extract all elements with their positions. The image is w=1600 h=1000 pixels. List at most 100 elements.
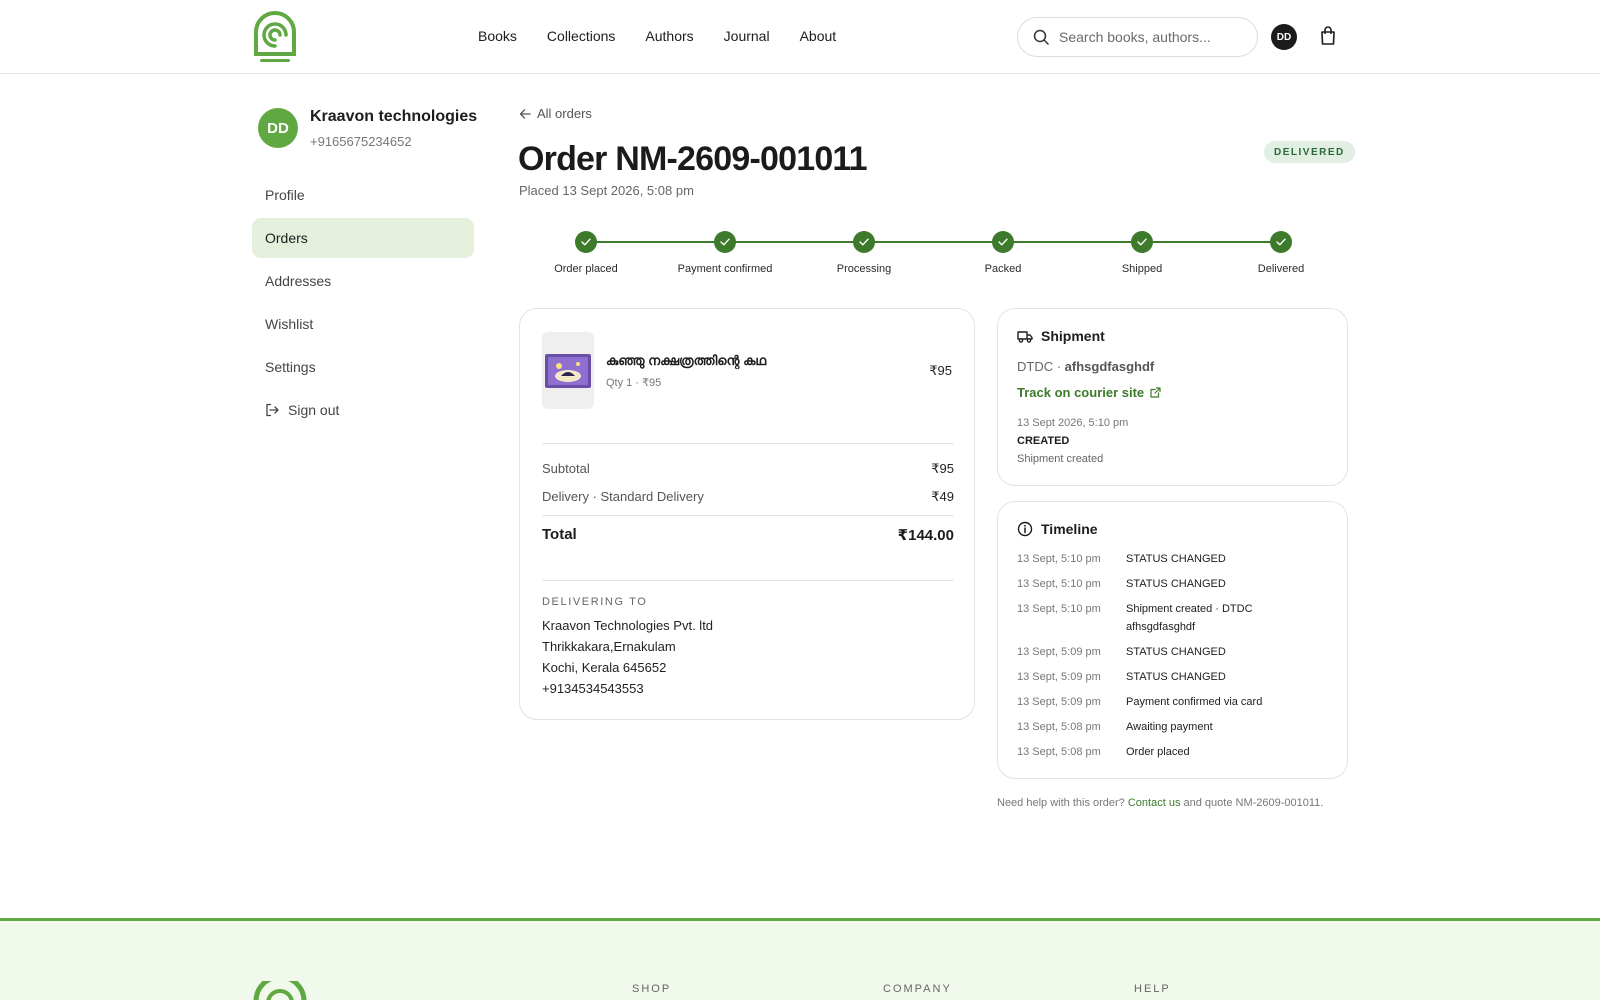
check-icon [1270,231,1292,253]
step-label: Payment confirmed [677,263,773,275]
timeline-time: 13 Sept, 5:08 pm [1017,721,1101,734]
timeline-heading: Timeline [1017,521,1098,537]
delivery-label: Delivery · Standard Delivery [542,489,704,504]
account-sidebar: Profile Orders Addresses Wishlist Settin… [252,175,474,433]
nav-authors[interactable]: Authors [645,28,693,44]
page-title: Order NM-2609-001011 [518,140,868,178]
timeline-event: Shipment created · DTDC afhsgdfasghdf [1126,603,1253,633]
total-row: Total ₹144.00 [542,526,954,544]
timeline-list: 13 Sept, 5:10 pm STATUS CHANGED 13 Sept, … [1017,551,1337,769]
address-line: Thrikkakara,Ernakulam [542,639,676,654]
shipment-heading: Shipment [1017,328,1105,344]
sign-out-icon [266,403,279,417]
account-avatar[interactable]: DD [1271,24,1297,50]
site-footer: SHOP COMPANY HELP [0,918,1600,1000]
footer-logo[interactable] [252,974,308,1000]
address-line: Kraavon Technologies Pvt. ltd [542,618,714,633]
timeline-event: STATUS CHANGED [1126,553,1226,565]
nav-collections[interactable]: Collections [547,28,615,44]
book-title[interactable]: കുഞ്ഞു നക്ഷത്രത്തിന്റെ കഥ [606,353,766,369]
help-prefix: Need help with this order? [997,797,1125,809]
timeline-event: STATUS CHANGED [1126,670,1226,683]
timeline-entry: 13 Sept, 5:10 pm STATUS CHANGED [1017,576,1337,594]
main-nav: Books Collections Authors Journal About [478,28,836,44]
address-line: Kochi, Kerala 645652 [542,660,667,675]
timeline-time: 13 Sept, 5:10 pm [1017,553,1101,565]
search-icon [1033,29,1049,45]
timeline-time: 13 Sept, 5:09 pm [1017,645,1101,658]
step-label: Processing [836,263,892,275]
nav-about[interactable]: About [800,28,837,44]
step-label: Shipped [1121,263,1163,275]
progress-step: Processing [794,231,934,275]
timeline-time: 13 Sept, 5:10 pm [1017,578,1101,591]
check-icon [853,231,875,253]
timeline-entry: 13 Sept, 5:08 pm Awaiting payment [1017,719,1337,737]
contact-us-link[interactable]: Contact us [1128,797,1181,809]
truck-icon [1017,330,1033,343]
shipment-card: Shipment DTDC · afhsgdfasghdf Track on c… [997,308,1348,486]
delivery-address: Kraavon Technologies Pvt. ltd Thrikkakar… [542,615,713,699]
shipment-event-time: 13 Sept 2026, 5:10 pm [1017,417,1129,429]
sign-out-label: Sign out [288,402,340,418]
check-icon [992,231,1014,253]
timeline-event: Payment confirmed via card [1126,695,1263,708]
timeline-time: 13 Sept, 5:08 pm [1017,746,1101,759]
back-to-orders-link[interactable]: All orders [519,106,592,121]
cart-icon[interactable] [1320,26,1336,51]
arrow-left-icon [519,108,531,119]
sidebar-item-addresses[interactable]: Addresses [252,261,474,301]
timeline-time: 13 Sept, 5:09 pm [1017,670,1101,683]
divider [542,580,954,581]
address-phone: +9134534543553 [542,681,644,696]
timeline-time: 13 Sept, 5:10 pm [1017,603,1101,616]
book-cover-image[interactable] [542,332,594,409]
timeline-event: STATUS CHANGED [1126,645,1226,658]
progress-step: Shipped [1072,231,1212,275]
track-label: Track on courier site [1017,385,1145,400]
timeline-entry: 13 Sept, 5:09 pm Payment confirmed via ca… [1017,694,1337,712]
timeline-entry: 13 Sept, 5:10 pm Shipment created · DTDC … [1017,601,1337,636]
brand-logo[interactable] [250,8,300,66]
divider [542,443,954,444]
timeline-event: STATUS CHANGED [1126,578,1226,591]
nav-journal[interactable]: Journal [724,28,770,44]
divider [542,515,954,516]
timeline-entry: 13 Sept, 5:10 pm STATUS CHANGED [1017,551,1337,569]
delivery-value: ₹49 [931,489,954,504]
timeline-title: Timeline [1041,521,1098,537]
track-courier-link[interactable]: Track on courier site [1017,385,1161,400]
status-badge: DELIVERED [1264,141,1355,163]
timeline-entry: 13 Sept, 5:09 pm STATUS CHANGED [1017,644,1337,662]
footer-heading-company: COMPANY [883,983,952,995]
carrier-name: DTDC [1017,359,1054,374]
check-icon [575,231,597,253]
user-phone: +9165675234652 [310,134,412,149]
order-items-card: കുഞ്ഞു നക്ഷത്രത്തിന്റെ കഥ Qty 1 · ₹95 ₹9… [519,308,975,720]
sign-out-button[interactable]: Sign out [252,390,474,430]
subtotal-value: ₹95 [931,461,954,476]
sidebar-item-wishlist[interactable]: Wishlist [252,304,474,344]
timeline-entry: 13 Sept, 5:08 pm Order placed [1017,744,1337,762]
check-icon [1131,231,1153,253]
help-suffix: and quote NM-2609-001011. [1183,797,1324,809]
search-input[interactable] [1059,29,1239,45]
sidebar-item-settings[interactable]: Settings [252,347,474,387]
shipment-title: Shipment [1041,328,1105,344]
help-note: Need help with this order? Contact us an… [997,795,1327,813]
timeline-card: Timeline 13 Sept, 5:10 pm STATUS CHANGED … [997,501,1348,779]
progress-step: Order placed [516,231,656,275]
order-placed-date: Placed 13 Sept 2026, 5:08 pm [519,183,694,198]
total-value: ₹144.00 [897,527,954,544]
nav-books[interactable]: Books [478,28,517,44]
carrier-info: DTDC · afhsgdfasghdf [1017,359,1155,374]
subtotal-row: Subtotal ₹95 [542,461,954,477]
progress-step: Delivered [1211,231,1351,275]
site-header: Books Collections Authors Journal About … [0,0,1600,74]
delivery-row: Delivery · Standard Delivery ₹49 [542,489,954,505]
sidebar-item-profile[interactable]: Profile [252,175,474,215]
search-box[interactable] [1017,17,1258,57]
book-qty-price: Qty 1 · ₹95 [606,377,662,389]
shipment-event-status: CREATED [1017,435,1070,447]
sidebar-item-orders[interactable]: Orders [252,218,474,258]
